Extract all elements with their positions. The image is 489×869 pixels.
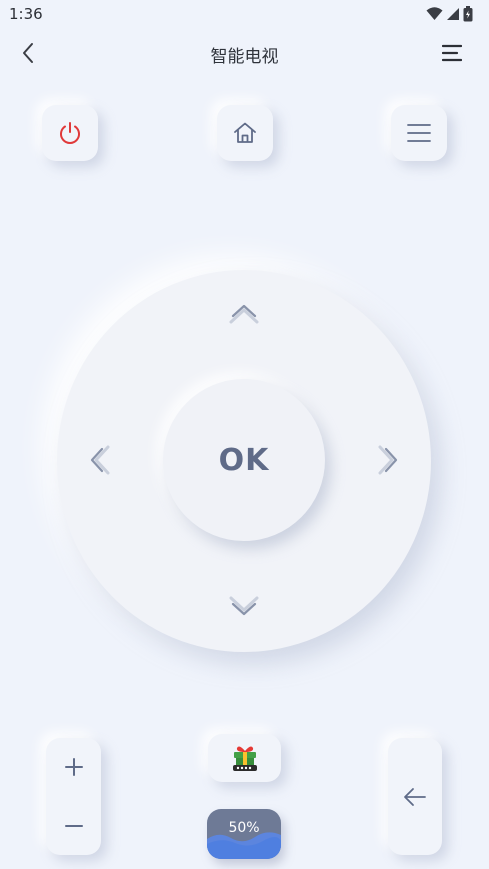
gift-icon bbox=[232, 746, 257, 771]
status-time: 1:36 bbox=[9, 5, 43, 23]
right-button[interactable] bbox=[370, 440, 406, 480]
menu-button[interactable] bbox=[391, 105, 447, 161]
signal-icon bbox=[447, 8, 459, 20]
back-arrow-icon bbox=[404, 787, 426, 806]
plus-icon bbox=[64, 758, 83, 777]
arrow-right-icon bbox=[378, 445, 398, 475]
volume-progress-badge: 50% bbox=[207, 809, 281, 859]
volume-control bbox=[46, 738, 101, 855]
wifi-icon bbox=[426, 7, 443, 20]
more-menu-button[interactable] bbox=[438, 40, 466, 66]
return-button[interactable] bbox=[388, 738, 442, 855]
up-button[interactable] bbox=[224, 296, 264, 332]
list-menu-icon bbox=[442, 44, 462, 62]
power-icon bbox=[60, 122, 80, 144]
menu-icon bbox=[407, 124, 431, 142]
status-icons bbox=[426, 6, 473, 22]
left-button[interactable] bbox=[82, 440, 118, 480]
volume-down-button[interactable] bbox=[46, 797, 101, 856]
volume-up-button[interactable] bbox=[46, 738, 101, 797]
minus-icon bbox=[64, 824, 83, 827]
arrow-left-icon bbox=[90, 445, 110, 475]
home-icon bbox=[234, 122, 256, 143]
power-button[interactable] bbox=[42, 105, 98, 161]
arrow-up-icon bbox=[229, 304, 259, 324]
home-button[interactable] bbox=[217, 105, 273, 161]
down-button[interactable] bbox=[224, 588, 264, 624]
gift-button[interactable] bbox=[208, 734, 281, 782]
page-title: 智能电视 bbox=[210, 47, 279, 67]
ok-button[interactable]: OK bbox=[163, 379, 325, 541]
arrow-down-icon bbox=[229, 596, 259, 616]
battery-icon bbox=[463, 6, 473, 22]
volume-progress-label: 50% bbox=[228, 820, 260, 836]
